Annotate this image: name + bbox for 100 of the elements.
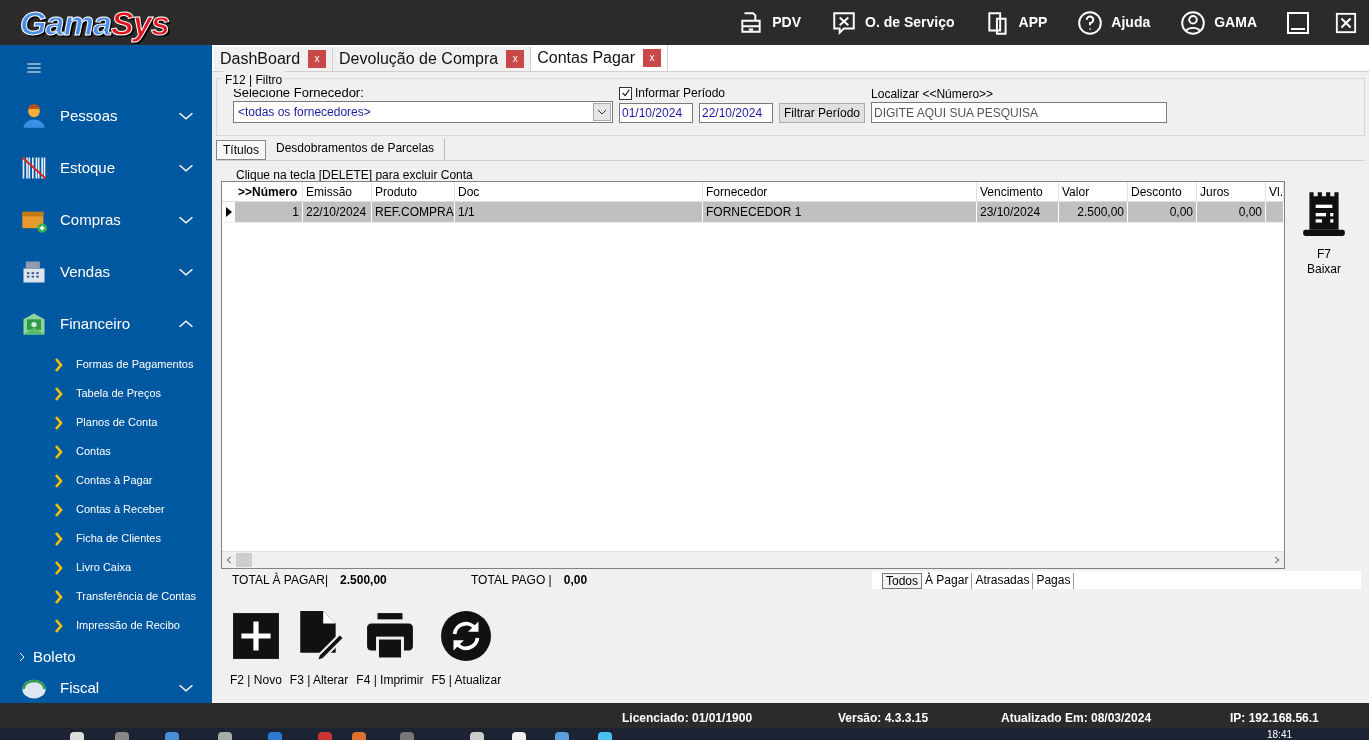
tab[interactable]: Títulos	[216, 140, 266, 160]
tab[interactable]: Desdobramentos de Parcelas	[266, 138, 446, 160]
column-header[interactable]: Doc	[455, 182, 703, 201]
column-header[interactable]: Valor	[1059, 182, 1128, 201]
search-field[interactable]: DIGITE AQUI SUA PESQUISA	[871, 102, 1168, 123]
row-pointer-icon	[225, 207, 232, 217]
chevron-right-icon	[54, 473, 63, 488]
printer-icon	[364, 611, 415, 661]
submenu-item[interactable]: Contas à Receber	[0, 495, 212, 524]
status-text: Versão: 4.3.3.15	[838, 710, 929, 727]
checkbox-label: Informar Período	[635, 85, 726, 102]
taskbar-app-icon[interactable]	[115, 732, 129, 740]
filter-tab[interactable]: Todos	[882, 573, 923, 589]
chevron-right-icon	[54, 560, 63, 575]
action-button[interactable]: F4 | Imprimir	[352, 611, 428, 689]
close-tab-button[interactable]: x	[308, 50, 327, 68]
close-tab-button[interactable]: x	[506, 50, 525, 68]
sidebar-item[interactable]: Estoque	[0, 142, 212, 194]
taskbar-app-icon[interactable]	[218, 732, 232, 740]
submenu-item[interactable]: Livro Caixa	[0, 553, 212, 582]
scroll-thumb[interactable]	[236, 553, 252, 567]
chevron-right-icon	[54, 589, 63, 604]
tab[interactable]: Devolução de Compra x	[333, 47, 532, 71]
baixar-button[interactable]: F7 Baixar	[1298, 187, 1350, 569]
column-header[interactable]: Vl.	[1266, 182, 1284, 201]
submenu-item[interactable]: Contas à Pagar	[0, 466, 212, 495]
sidebar-item[interactable]: Pessoas	[0, 90, 212, 142]
checkbox[interactable]	[619, 86, 632, 100]
submenu-item[interactable]: Impressão de Recibo	[0, 611, 212, 640]
date-field[interactable]: 01/10/2024	[619, 103, 693, 123]
taskbar-app-icon[interactable]	[512, 732, 526, 740]
submenu-item[interactable]: Contas	[0, 437, 212, 466]
column-header[interactable]: Vencimento	[977, 182, 1059, 201]
taskbar-app-icon[interactable]	[352, 732, 366, 740]
filter-tab[interactable]: Atrasadas	[972, 573, 1034, 589]
submenu-item[interactable]: Planos de Conta	[0, 408, 212, 437]
taskbar-app-icon[interactable]	[598, 732, 612, 740]
filter-tab[interactable]: À Pagar	[922, 573, 973, 589]
table-cell: 1/1	[455, 202, 703, 222]
barcode-icon	[20, 154, 48, 182]
taskbar-app-icon[interactable]	[268, 732, 282, 740]
chevron-right-icon	[54, 502, 63, 517]
total-value: 0,00	[563, 572, 588, 589]
total-label: TOTAL À PAGAR|	[232, 571, 329, 589]
status-text: Atualizado Em: 08/03/2024	[1001, 710, 1152, 727]
taskbar-app-icon[interactable]	[165, 732, 179, 740]
column-header[interactable]: >>Número	[235, 182, 303, 201]
taskbar-app-icon[interactable]	[70, 732, 84, 740]
close-icon	[1335, 11, 1357, 34]
hint-text: Clique na tecla [DELETE] para excluir Conta	[235, 167, 474, 181]
column-header[interactable]: Produto	[372, 182, 455, 201]
sidebar-item[interactable]: Financeiro	[0, 298, 212, 350]
filter-tab[interactable]: Pagas	[1033, 573, 1075, 589]
scroll-right-icon	[1274, 556, 1280, 564]
scroll-left-icon	[226, 556, 232, 564]
field-label: Localizar <<Número>>	[871, 86, 995, 102]
user-menu[interactable]: GAMA	[1180, 9, 1257, 36]
sidebar-item[interactable]: Fiscal	[0, 674, 212, 702]
chevron-right-icon	[18, 651, 26, 663]
sidebar-item[interactable]: Vendas	[0, 246, 212, 298]
horizontal-scrollbar[interactable]	[222, 551, 1284, 568]
close-tab-button[interactable]: x	[643, 49, 662, 67]
taskbar-app-icon[interactable]	[318, 732, 332, 740]
sidebar-item[interactable]: Boleto	[0, 640, 212, 674]
chevron-right-icon	[54, 444, 63, 459]
chevron-right-icon	[54, 415, 63, 430]
submenu-item[interactable]: Ficha de Clientes	[0, 524, 212, 553]
column-header[interactable]: Desconto	[1128, 182, 1197, 201]
taskbar-app-icon[interactable]	[555, 732, 569, 740]
group-legend: F12 | Filtro	[223, 71, 285, 89]
checkmark-icon	[620, 88, 631, 98]
table-cell: 22/10/2024	[303, 202, 372, 222]
column-header[interactable]: Juros	[1197, 182, 1266, 201]
column-header[interactable]: Fornecedor	[703, 182, 977, 201]
table-cell: 2.500,00	[1059, 202, 1128, 222]
column-header[interactable]: Emissão	[303, 182, 372, 201]
chevron-right-icon	[54, 357, 63, 372]
chevron-right-icon	[54, 531, 63, 546]
header-button[interactable]: APP	[984, 9, 1048, 36]
date-field[interactable]: 22/10/2024	[699, 103, 773, 123]
header-button[interactable]: PDV	[738, 9, 802, 36]
table-cell: 1	[235, 202, 303, 222]
taskbar-app-icon[interactable]	[470, 732, 484, 740]
submenu-item[interactable]: Transferência de Contas	[0, 582, 212, 611]
tab[interactable]: DashBoard x	[214, 47, 334, 71]
action-button[interactable]: F3 | Alterar	[285, 611, 353, 689]
filter-button[interactable]: Filtrar Período	[779, 103, 866, 123]
close-button[interactable]	[1335, 11, 1357, 34]
supplier-dropdown[interactable]: <todas os fornecedores>	[233, 101, 613, 123]
action-button[interactable]: F2 | Novo	[226, 611, 286, 689]
taskbar-app-icon[interactable]	[400, 732, 414, 740]
submenu-item[interactable]: Tabela de Preços	[0, 379, 212, 408]
header-button[interactable]: Ajuda	[1077, 9, 1151, 36]
table-cell: REF.COMPRA	[372, 202, 455, 222]
total-value: 2.500,00	[340, 572, 387, 589]
submenu-item[interactable]: Formas de Pagamentos	[0, 350, 212, 379]
minimize-button[interactable]	[1287, 11, 1309, 34]
sidebar-item[interactable]: Compras	[0, 194, 212, 246]
header-button[interactable]: O. de Serviço	[831, 9, 955, 36]
action-button[interactable]: F5 | Atualizar	[427, 611, 506, 689]
